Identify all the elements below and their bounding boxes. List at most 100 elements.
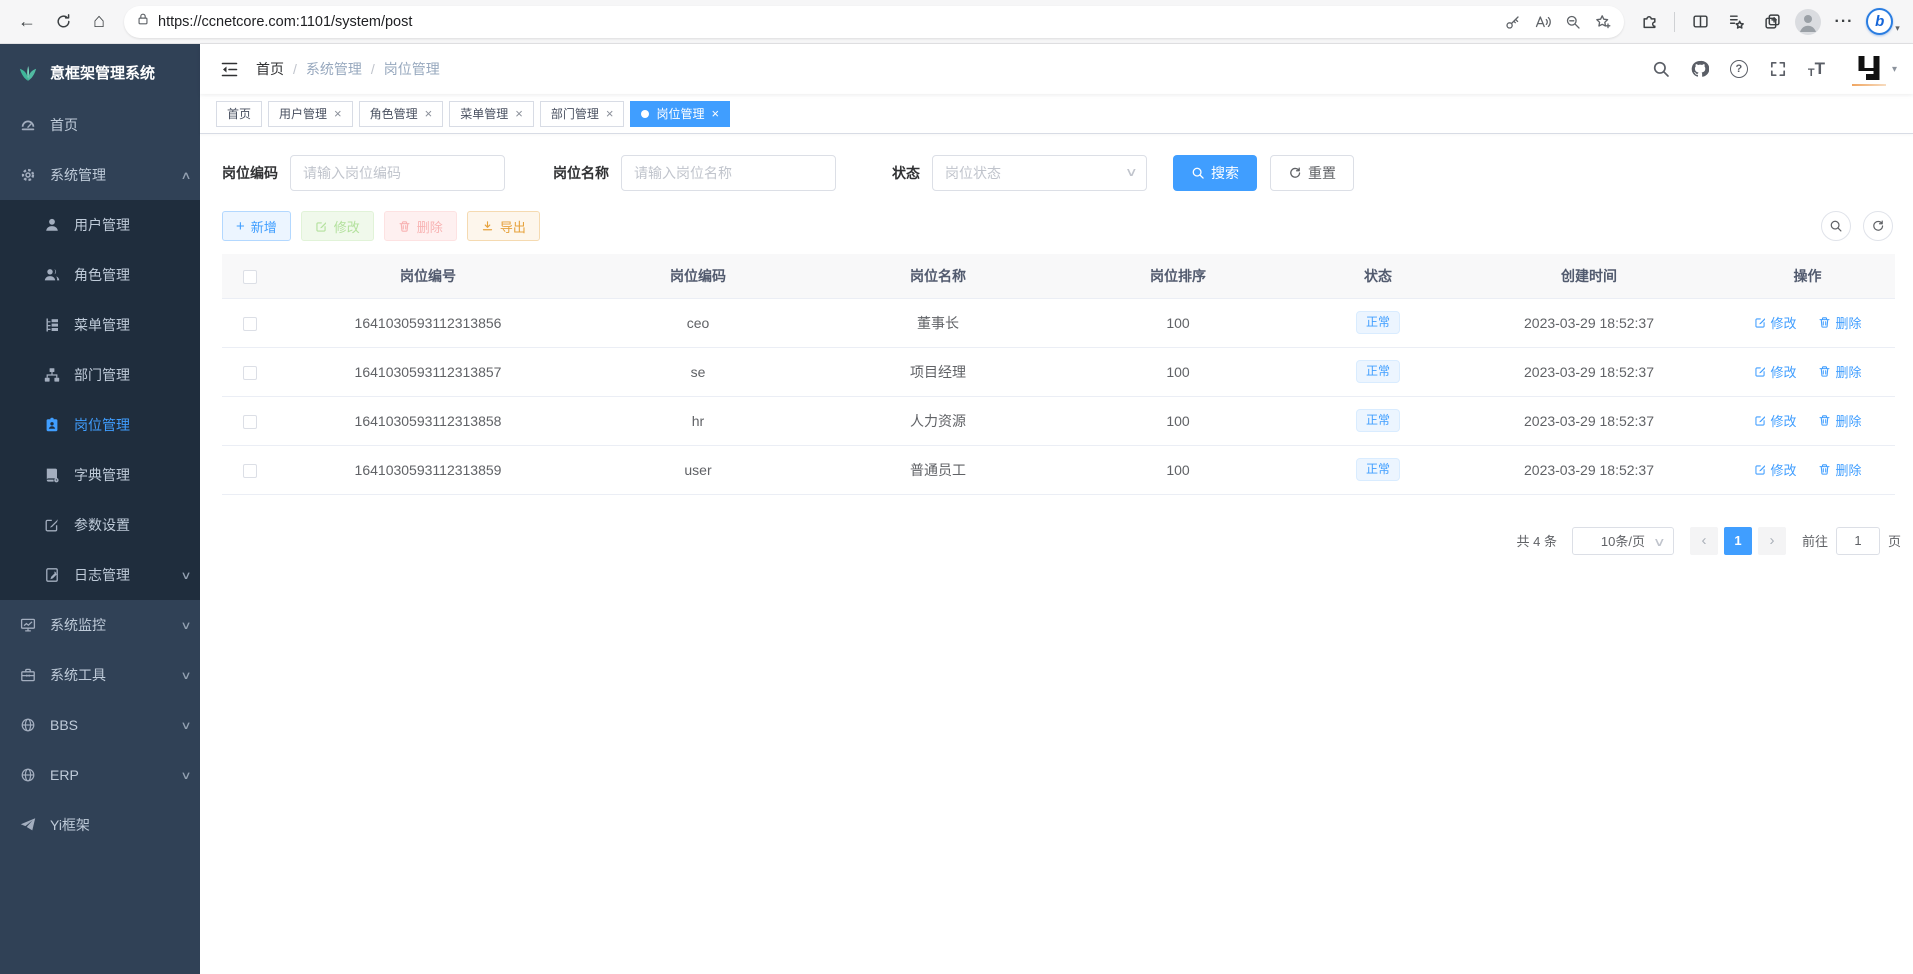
zoom-out-icon[interactable] (1558, 8, 1588, 36)
close-icon[interactable]: × (515, 107, 523, 120)
sidebar-item-parameters[interactable]: 参数设置 (0, 500, 200, 550)
tab-user-management[interactable]: 用户管理 × (268, 101, 353, 127)
globe-icon (20, 717, 36, 733)
table-row[interactable]: 1641030593112313859 user 普通员工 100 正常 202… (222, 445, 1895, 494)
close-icon[interactable]: × (425, 107, 433, 120)
browser-menu-button[interactable]: ··· (1827, 6, 1861, 38)
sidebar-item-departments[interactable]: 部门管理 (0, 350, 200, 400)
add-button[interactable]: + 新增 (222, 211, 291, 241)
col-post-sort[interactable]: 岗位排序 (1058, 254, 1298, 298)
row-checkbox[interactable] (243, 464, 257, 478)
col-status[interactable]: 状态 (1298, 254, 1458, 298)
close-icon[interactable]: × (711, 107, 719, 120)
status-badge: 正常 (1356, 409, 1400, 433)
browser-profile-avatar[interactable] (1791, 6, 1825, 38)
favorites-add-icon[interactable] (1588, 8, 1618, 36)
table-row[interactable]: 1641030593112313857 se 项目经理 100 正常 2023-… (222, 347, 1895, 396)
row-delete-link[interactable]: 删除 (1818, 460, 1861, 479)
reset-button[interactable]: 重置 (1270, 155, 1354, 191)
fullscreen-icon[interactable] (1769, 60, 1787, 78)
browser-back-button[interactable]: ← (10, 6, 44, 38)
row-delete-link[interactable]: 删除 (1818, 362, 1861, 381)
table-refresh-button[interactable] (1863, 211, 1893, 241)
page-number-1[interactable]: 1 (1724, 527, 1752, 555)
row-edit-link[interactable]: 修改 (1754, 313, 1797, 332)
browser-url-bar[interactable]: https://ccnetcore.com:1101/system/post (124, 6, 1624, 38)
sidebar-item-logs[interactable]: 日志管理 ∨ (0, 550, 200, 600)
sidebar-item-yi-framework[interactable]: Yi框架 (0, 800, 200, 850)
col-post-name[interactable]: 岗位名称 (818, 254, 1058, 298)
sidebar-item-menus[interactable]: 菜单管理 (0, 300, 200, 350)
tab-groups-icon[interactable] (1755, 6, 1789, 38)
tab-menu-management[interactable]: 菜单管理 × (449, 101, 534, 127)
export-button[interactable]: 导出 (467, 211, 540, 241)
sidebar-fold-icon[interactable] (216, 56, 242, 82)
goto-label: 前往 (1802, 531, 1828, 550)
edit-button[interactable]: 修改 (301, 211, 374, 241)
table-search-toggle-button[interactable] (1821, 211, 1851, 241)
main-area: 首页 / 系统管理 / 岗位管理 ? (200, 44, 1913, 974)
col-post-id[interactable]: 岗位编号 (278, 254, 578, 298)
table-row[interactable]: 1641030593112313858 hr 人力资源 100 正常 2023-… (222, 396, 1895, 445)
tab-dept-management[interactable]: 部门管理 × (540, 101, 625, 127)
tab-post-management[interactable]: 岗位管理 × (630, 101, 730, 127)
row-checkbox[interactable] (243, 366, 257, 380)
sidebar-item-system[interactable]: 系统管理 ∧ (0, 150, 200, 200)
post-name-input[interactable] (621, 155, 836, 191)
goto-page-input[interactable] (1836, 527, 1880, 555)
font-size-icon[interactable]: TT (1808, 59, 1825, 79)
select-all-checkbox[interactable] (243, 270, 257, 284)
next-page-button[interactable]: › (1758, 527, 1786, 555)
row-checkbox[interactable] (243, 415, 257, 429)
row-edit-link[interactable]: 修改 (1754, 411, 1797, 430)
bing-copilot-button[interactable]: b ▾ (1863, 6, 1903, 38)
sidebar-item-tools[interactable]: 系统工具 ∨ (0, 650, 200, 700)
sidebar-item-bbs[interactable]: BBS ∨ (0, 700, 200, 750)
user-avatar-menu[interactable]: ▾ (1852, 53, 1897, 86)
posts-table: 岗位编号 岗位编码 岗位名称 岗位排序 状态 创建时间 操作 164103059… (222, 254, 1895, 495)
status-select[interactable]: ∨ (932, 155, 1147, 191)
edit-icon (1754, 414, 1767, 427)
tab-home[interactable]: 首页 (216, 101, 262, 127)
col-post-code[interactable]: 岗位编码 (578, 254, 818, 298)
extensions-icon[interactable] (1632, 6, 1666, 38)
split-screen-icon[interactable] (1683, 6, 1717, 38)
page-size-select[interactable]: 10条/页 ∨ (1572, 527, 1674, 555)
breadcrumb-home[interactable]: 首页 (256, 59, 284, 79)
row-delete-link[interactable]: 删除 (1818, 313, 1861, 332)
row-checkbox[interactable] (243, 317, 257, 331)
collections-icon[interactable] (1719, 6, 1753, 38)
sidebar-item-posts[interactable]: 岗位管理 (0, 400, 200, 450)
breadcrumb-system[interactable]: 系统管理 (306, 59, 362, 79)
sidebar-item-users[interactable]: 用户管理 (0, 200, 200, 250)
status-select-input[interactable] (932, 155, 1147, 191)
read-aloud-icon[interactable] (1528, 8, 1558, 36)
prev-page-button[interactable]: ‹ (1690, 527, 1718, 555)
url-text[interactable]: https://ccnetcore.com:1101/system/post (158, 14, 1498, 30)
sidebar-item-roles[interactable]: 角色管理 (0, 250, 200, 300)
sidebar-item-home[interactable]: 首页 (0, 100, 200, 150)
browser-refresh-button[interactable] (46, 6, 80, 38)
tab-role-management[interactable]: 角色管理 × (359, 101, 444, 127)
header-search-icon[interactable] (1652, 60, 1670, 78)
browser-home-button[interactable]: ⌂ (82, 6, 116, 38)
table-row[interactable]: 1641030593112313856 ceo 董事长 100 正常 2023-… (222, 298, 1895, 347)
sidebar-item-dictionary[interactable]: 字典管理 (0, 450, 200, 500)
sidebar-item-label: 系统工具 (50, 665, 106, 685)
sidebar-item-erp[interactable]: ERP ∨ (0, 750, 200, 800)
help-icon[interactable]: ? (1730, 60, 1748, 78)
bing-icon: b (1866, 8, 1893, 35)
close-icon[interactable]: × (334, 107, 342, 120)
delete-button[interactable]: 删除 (384, 211, 457, 241)
github-icon[interactable] (1691, 60, 1709, 78)
post-code-input[interactable] (290, 155, 505, 191)
col-created[interactable]: 创建时间 (1458, 254, 1720, 298)
search-button[interactable]: 搜索 (1173, 155, 1257, 191)
password-key-icon[interactable] (1498, 8, 1528, 36)
row-delete-link[interactable]: 删除 (1818, 411, 1861, 430)
sidebar-item-monitoring[interactable]: 系统监控 ∨ (0, 600, 200, 650)
row-edit-link[interactable]: 修改 (1754, 460, 1797, 479)
sidebar-item-label: 系统监控 (50, 615, 106, 635)
close-icon[interactable]: × (606, 107, 614, 120)
row-edit-link[interactable]: 修改 (1754, 362, 1797, 381)
